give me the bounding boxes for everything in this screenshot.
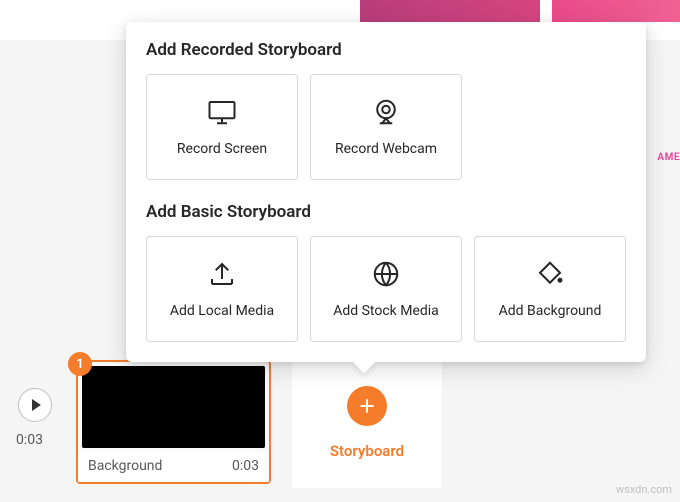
clip-thumbnail xyxy=(82,366,265,448)
play-icon xyxy=(32,399,41,411)
section-title-recorded: Add Recorded Storyboard xyxy=(146,40,626,60)
paint-bucket-icon xyxy=(535,259,565,289)
add-local-media-button[interactable]: Add Local Media xyxy=(146,236,298,342)
bg-partial-label: AME xyxy=(657,152,680,163)
clip-footer: Background 0:03 xyxy=(78,452,269,482)
timeline-clip[interactable]: 1 Background 0:03 xyxy=(76,360,271,484)
playhead-time: 0:03 xyxy=(16,432,43,448)
add-stock-media-label: Add Stock Media xyxy=(333,303,439,319)
monitor-icon xyxy=(207,97,237,127)
add-local-media-label: Add Local Media xyxy=(170,303,274,319)
clip-name: Background xyxy=(88,458,162,474)
record-screen-label: Record Screen xyxy=(177,141,267,157)
record-webcam-label: Record Webcam xyxy=(335,141,437,157)
webcam-icon xyxy=(371,97,401,127)
clip-number-badge: 1 xyxy=(68,352,92,376)
watermark: wsxdn.com xyxy=(616,483,672,496)
add-storyboard-slot: Storyboard xyxy=(292,358,442,488)
globe-icon xyxy=(371,259,401,289)
record-webcam-button[interactable]: Record Webcam xyxy=(310,74,462,180)
add-background-label: Add Background xyxy=(499,303,602,319)
basic-row: Add Local Media Add Stock Media Add Back… xyxy=(146,236,626,342)
plus-icon xyxy=(357,396,377,416)
section-title-basic: Add Basic Storyboard xyxy=(146,202,626,222)
storyboard-label: Storyboard xyxy=(330,442,404,460)
bg-template-thumb-1 xyxy=(360,0,540,22)
add-storyboard-button[interactable] xyxy=(347,386,387,426)
upload-icon xyxy=(207,259,237,289)
record-screen-button[interactable]: Record Screen xyxy=(146,74,298,180)
add-storyboard-popup: Add Recorded Storyboard Record Screen Re xyxy=(126,22,646,362)
recorded-row: Record Screen Record Webcam xyxy=(146,74,626,180)
add-stock-media-button[interactable]: Add Stock Media xyxy=(310,236,462,342)
play-button[interactable] xyxy=(18,388,52,422)
clip-duration: 0:03 xyxy=(232,458,259,474)
bg-template-thumb-2 xyxy=(552,0,680,22)
add-background-button[interactable]: Add Background xyxy=(474,236,626,342)
